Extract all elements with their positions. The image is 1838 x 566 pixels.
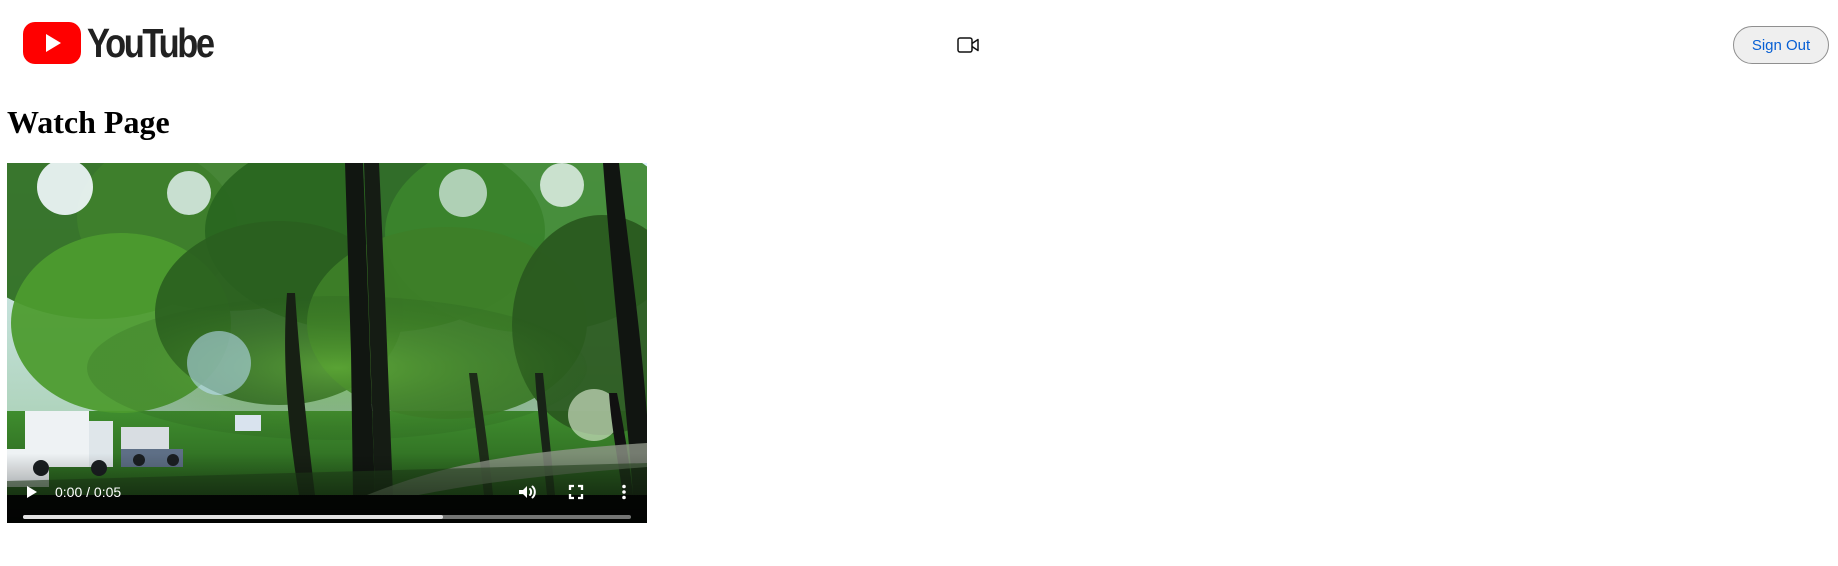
volume-icon: [519, 485, 536, 499]
fullscreen-button[interactable]: [564, 480, 588, 504]
fullscreen-icon: [568, 484, 584, 500]
play-icon: [27, 486, 37, 498]
logo-text: YouTube: [87, 20, 215, 66]
sign-out-button[interactable]: Sign Out: [1733, 26, 1829, 64]
video-progress-bar[interactable]: [23, 515, 631, 519]
youtube-logo[interactable]: YouTube: [23, 22, 237, 64]
upload-video-button[interactable]: [956, 35, 980, 55]
more-vertical-icon: [622, 484, 626, 500]
video-player[interactable]: 0:00 / 0:05: [7, 163, 647, 523]
play-button[interactable]: [19, 480, 43, 504]
mute-button[interactable]: [515, 480, 539, 504]
progress-buffered-fill: [23, 515, 443, 519]
site-header: YouTube Sign Out: [0, 0, 1838, 92]
time-display: 0:00 / 0:05: [55, 484, 122, 500]
video-controls: 0:00 / 0:05: [7, 453, 647, 523]
youtube-play-logo-icon: [23, 22, 81, 64]
video-camera-icon: [957, 37, 979, 53]
page-title: Watch Page: [7, 104, 170, 140]
more-options-button[interactable]: [612, 480, 636, 504]
